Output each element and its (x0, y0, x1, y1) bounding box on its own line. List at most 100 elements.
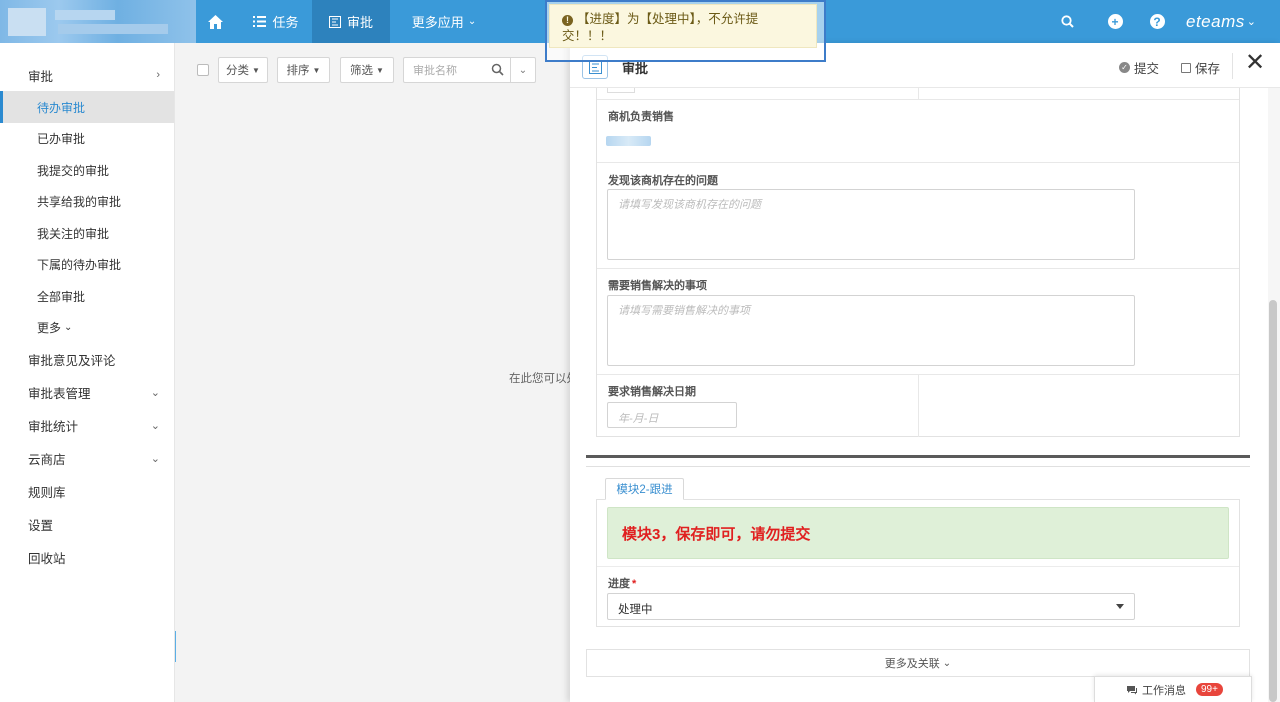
submit-button[interactable]: ✓ 提交 (1119, 58, 1159, 77)
category-label: 分类 (226, 65, 250, 77)
chevron-down-icon: ⌄ (150, 386, 160, 399)
sidebar-item-rules[interactable]: 规则库 (0, 475, 174, 507)
create-button[interactable]: + (1104, 0, 1126, 43)
sidebar-item-submitted[interactable]: 我提交的审批 (0, 154, 174, 186)
owner-field-label: 商机负责销售 (608, 111, 674, 123)
sidebar-item-label: 规则库 (28, 485, 66, 500)
matters-placeholder: 请填写需要销售解决的事项 (618, 305, 750, 317)
brand-label: eteams (1186, 11, 1245, 31)
date-input[interactable]: 年-月-日 (607, 402, 737, 428)
sidebar-item-stats[interactable]: 审批统计 ⌄ (0, 409, 174, 441)
problem-field-label: 发现该商机存在的问题 (608, 175, 718, 187)
column-divider (918, 374, 919, 437)
close-button[interactable]: ✕ (1245, 51, 1265, 75)
sidebar-item-subordinate[interactable]: 下属的待办审批 (0, 248, 174, 280)
toast-body: ! 【进度】为【处理中】，不允许提交！！！ (549, 4, 817, 48)
sidebar: 审批 › 待办审批 已办审批 我提交的审批 共享给我的审批 我关注的审批 下属的… (0, 43, 175, 702)
company-logo[interactable] (0, 0, 196, 43)
close-icon: ✕ (1245, 49, 1266, 76)
sidebar-item-label: 已办审批 (37, 131, 86, 146)
caret-down-icon (1116, 604, 1124, 609)
sidebar-approval-label: 审批 (28, 69, 54, 84)
sidebar-item-pending[interactable]: 待办审批 (0, 91, 174, 123)
sidebar-item-trash[interactable]: 回收站 (0, 541, 174, 573)
approval-search-input[interactable]: 审批名称 (403, 57, 511, 83)
select-all-checkbox[interactable] (197, 64, 209, 76)
work-messages-button[interactable]: 工作消息 99+ (1094, 676, 1252, 702)
problem-textarea[interactable]: 请填写发现该商机存在的问题 (607, 189, 1135, 260)
sidebar-item-comments[interactable]: 审批意见及评论 (0, 343, 174, 375)
nav-more-apps[interactable]: 更多应用 ⌄ (398, 0, 490, 43)
progress-value: 处理中 (618, 604, 653, 616)
date-field-label: 要求销售解决日期 (608, 386, 696, 398)
field-remnant (607, 88, 635, 93)
tab-module-follow-up[interactable]: 模块2-跟进 (605, 478, 684, 500)
save-label: 保存 (1195, 62, 1221, 76)
caret-down-icon: ▼ (252, 65, 260, 75)
sidebar-item-forms[interactable]: 审批表管理 ⌄ (0, 376, 174, 408)
category-dropdown[interactable]: 分类 ▼ (218, 57, 268, 83)
required-marker: * (632, 578, 637, 590)
module-separator (586, 455, 1250, 458)
sidebar-item-settings[interactable]: 设置 (0, 508, 174, 540)
warning-icon: ! (562, 15, 573, 26)
chevron-down-icon: ⌄ (150, 419, 160, 432)
sidebar-item-followed[interactable]: 我关注的审批 (0, 217, 174, 249)
nav-task[interactable]: 任务 (240, 0, 312, 43)
sidebar-item-label: 更多 (37, 320, 62, 335)
nav-approval[interactable]: 审批 (312, 0, 390, 43)
sidebar-item-all[interactable]: 全部审批 (0, 280, 174, 312)
sidebar-approval-header[interactable]: 审批 › (0, 59, 174, 91)
problem-placeholder: 请填写发现该商机存在的问题 (618, 199, 761, 211)
help-button[interactable]: ? (1146, 0, 1168, 43)
panel-scrollbar-thumb[interactable] (1269, 300, 1277, 702)
owner-value[interactable] (606, 136, 651, 146)
progress-select[interactable]: 处理中 (607, 593, 1135, 620)
sidebar-item-more[interactable]: 更多 ⌄ (0, 311, 174, 343)
save-button[interactable]: 保存 (1181, 58, 1220, 77)
sidebar-item-label: 共享给我的审批 (37, 194, 122, 209)
search-icon (491, 63, 504, 76)
search-placeholder: 审批名称 (413, 65, 457, 77)
sidebar-item-label: 审批统计 (28, 419, 79, 434)
sidebar-item-label: 审批表管理 (28, 386, 91, 401)
save-icon (1181, 62, 1191, 73)
search-options-dropdown[interactable]: ⌄ (510, 57, 536, 83)
module-separator-thin (586, 466, 1250, 467)
module-notice: 模块3，保存即可，请勿提交 (607, 507, 1229, 559)
nav-more-apps-label: 更多应用 (411, 15, 464, 30)
work-messages-label: 工作消息 (1142, 684, 1186, 697)
sidebar-item-label: 设置 (28, 518, 54, 533)
sidebar-item-label: 云商店 (28, 452, 66, 467)
matters-textarea[interactable]: 请填写需要销售解决的事项 (607, 295, 1135, 366)
nav-task-label: 任务 (272, 15, 299, 30)
global-search-button[interactable] (1056, 0, 1078, 43)
sidebar-item-label: 回收站 (28, 551, 66, 566)
filter-dropdown[interactable]: 筛选 ▼ (340, 57, 394, 83)
row-divider (597, 268, 1239, 269)
progress-label-text: 进度 (608, 578, 630, 590)
more-related-button[interactable]: 更多及关联 ⌄ (586, 649, 1250, 677)
chevron-down-icon: ⌄ (467, 16, 477, 27)
nav-approval-label: 审批 (346, 15, 373, 30)
sidebar-item-shared[interactable]: 共享给我的审批 (0, 185, 174, 217)
brand-menu[interactable]: eteams ⌄ (1186, 0, 1256, 43)
empty-list-hint: 在此您可以处 (509, 373, 570, 385)
sidebar-item-label: 下属的待办审批 (37, 257, 122, 272)
caret-down-icon: ▼ (376, 65, 384, 75)
toast-message: 【进度】为【处理中】，不允许提交！！！ (562, 12, 759, 43)
date-placeholder: 年-月-日 (618, 413, 659, 425)
check-circle-icon: ✓ (1119, 62, 1130, 73)
sort-dropdown[interactable]: 排序 ▼ (277, 57, 330, 83)
row-divider (597, 162, 1239, 163)
sidebar-item-done[interactable]: 已办审批 (0, 122, 174, 154)
sidebar-item-store[interactable]: 云商店 ⌄ (0, 442, 174, 474)
approval-icon (328, 15, 341, 28)
sidebar-item-label: 审批意见及评论 (28, 353, 116, 368)
submit-label: 提交 (1134, 62, 1160, 76)
chevron-right-icon: › (156, 69, 160, 81)
progress-field-label: 进度 * (608, 575, 636, 591)
plus-icon: + (1107, 14, 1123, 29)
sidebar-item-label: 我关注的审批 (37, 226, 110, 241)
home-button[interactable] (196, 0, 234, 43)
